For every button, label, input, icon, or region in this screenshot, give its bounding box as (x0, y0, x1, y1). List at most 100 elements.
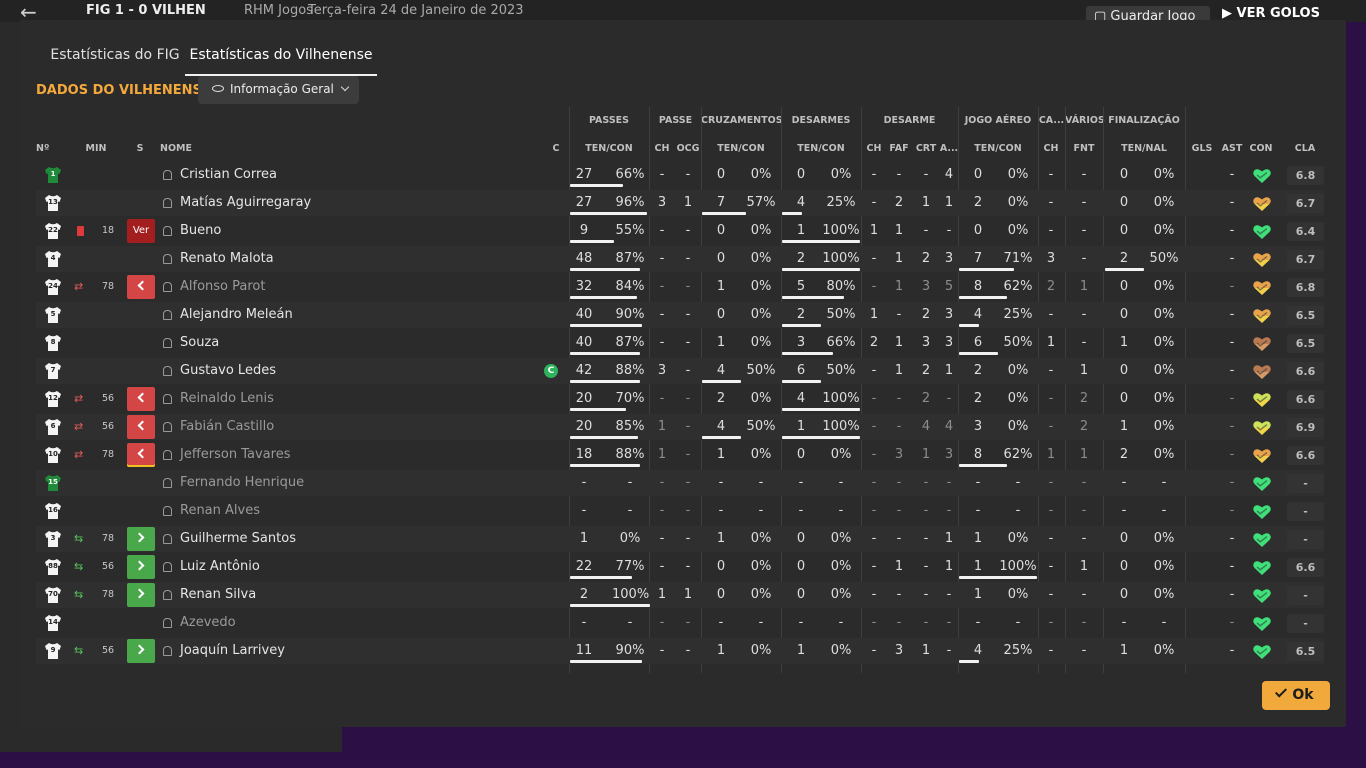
col-ca-ch[interactable]: CH (1039, 143, 1063, 155)
sub-out-badge[interactable] (127, 443, 155, 467)
view-goals-button[interactable]: ▶ VER GOLOS (1222, 6, 1320, 21)
col-numero[interactable]: Nº (36, 143, 56, 155)
sub-in-badge[interactable] (127, 555, 155, 579)
player-name[interactable]: Joaquín Larrivey (180, 637, 285, 665)
table-row[interactable]: 13 Matías Aguirregaray 27 96% 3 1 7 57% 4 25% -2 1 1… (20, 189, 1346, 217)
col-cruzamentos[interactable]: TEN/CON (701, 143, 781, 155)
table-row[interactable]: 16 Renan Alves - - - - - - - - - - - - - - - - - - - - (20, 497, 1346, 525)
player-name[interactable]: Fernando Henrique (180, 469, 304, 497)
col-passes[interactable]: TEN/CON (569, 143, 649, 155)
player-name[interactable]: Cristian Correa (180, 161, 277, 189)
player-name[interactable]: Fabián Castillo (180, 413, 274, 441)
player-profile-icon[interactable] (163, 226, 172, 236)
col-desarme-ch[interactable]: CH (863, 143, 885, 155)
col-finalizacao[interactable]: TEN/NAL (1104, 143, 1184, 155)
sub-out-badge[interactable] (127, 275, 155, 299)
sub-out-badge[interactable] (127, 415, 155, 439)
player-profile-icon[interactable] (163, 338, 172, 348)
rating-badge: 6.5 (1287, 642, 1324, 661)
red-card-badge[interactable]: Ver (127, 219, 155, 243)
table-row[interactable]: 10 ⇄ 78 Jefferson Tavares 18 88% 1-1 0% 0 0% -3 1 3 8… (20, 441, 1346, 469)
shirt-icon: 12 (43, 389, 63, 409)
player-name[interactable]: Alejandro Meleán (180, 301, 293, 329)
table-row[interactable]: 7 Gustavo Ledes C 42 88% 3-4 50% 6 50% -1 2 1 2 0% -1 0… (20, 357, 1346, 385)
player-name[interactable]: Matías Aguirregaray (180, 189, 311, 217)
table-row[interactable]: 8 Souza 40 87% - -1 0% 3 66% 2 1 3 3 6 50% 1-1 0% -6.5 (20, 329, 1346, 357)
player-name[interactable]: Renan Alves (180, 497, 260, 525)
bar-aer (959, 268, 1014, 271)
col-capitao[interactable]: C (548, 143, 564, 155)
col-minutos[interactable]: MIN (82, 143, 110, 155)
sub-in-badge[interactable] (127, 583, 155, 607)
player-name[interactable]: Azevedo (180, 609, 236, 637)
player-profile-icon[interactable] (163, 450, 172, 460)
stat-varios-fnt: - (1081, 503, 1087, 518)
tab-fig-stats[interactable]: Estatísticas do FIG (44, 20, 186, 76)
player-name[interactable]: Luiz Antônio (180, 553, 260, 581)
col-condicao[interactable]: CON (1248, 143, 1274, 155)
stat-golos (1187, 385, 1217, 413)
col-classificacao[interactable]: CLA (1286, 143, 1324, 155)
table-row[interactable]: 5 Alejandro Meleán 40 90% - -0 0% 2 50% 1-2 3 4 25% -… (20, 301, 1346, 329)
player-name[interactable]: Gustavo Ledes (180, 357, 276, 385)
player-profile-icon[interactable] (163, 282, 172, 292)
player-profile-icon[interactable] (163, 562, 172, 572)
col-jogo-aereo[interactable]: TEN/CON (958, 143, 1038, 155)
col-golos[interactable]: GLS (1187, 143, 1217, 155)
stat-varios-fnt: 1 (1079, 363, 1089, 378)
player-profile-icon[interactable] (163, 590, 172, 600)
col-desarme-crt[interactable]: CRT (913, 143, 939, 155)
player-profile-icon[interactable] (163, 198, 172, 208)
player-profile-icon[interactable] (163, 646, 172, 656)
table-row[interactable]: 15 Fernando Henrique - - - - - - - - - - - - - - - - - - - - (20, 469, 1346, 497)
col-passe-ch[interactable]: CH (650, 143, 674, 155)
player-profile-icon[interactable] (163, 506, 172, 516)
table-row[interactable]: 24 ⇄ 78 Alfonso Parot 32 84% - -1 0% 5 80% -1 3 5 8 62%… (20, 273, 1346, 301)
player-profile-icon[interactable] (163, 254, 172, 264)
table-row[interactable]: 12 ⇄ 56 Reinaldo Lenis 20 70% - -2 0% 4 100% - -2-2 0… (20, 385, 1346, 413)
player-profile-icon[interactable] (163, 170, 172, 180)
table-row[interactable]: 14 Azevedo - - - - - - - - - - - - - - - - - - - - (20, 609, 1346, 637)
player-name[interactable]: Alfonso Parot (180, 273, 265, 301)
stat-assistencias: - (1229, 615, 1235, 630)
player-name[interactable]: Bueno (180, 217, 221, 245)
player-name[interactable]: Reinaldo Lenis (180, 385, 274, 413)
sub-in-badge[interactable] (127, 527, 155, 551)
sub-in-badge[interactable] (127, 639, 155, 663)
player-profile-icon[interactable] (163, 478, 172, 488)
table-row[interactable]: 1 Cristian Correa 27 66% - -0 0% 0 0% - - -4 0 0% - -0 0… (20, 161, 1346, 189)
col-passe-ocg[interactable]: OCG (675, 143, 701, 155)
table-row[interactable]: 6 ⇄ 56 Fabián Castillo 20 85% 1-4 50% 1 100% - -4 4 3… (20, 413, 1346, 441)
table-row[interactable]: 9 ⇆ 56 Joaquín Larrivey 11 90% - -1 0% 1 0% -3 1-4 25… (20, 637, 1346, 665)
player-name[interactable]: Jefferson Tavares (180, 441, 290, 469)
table-row[interactable]: 4 Renato Malota 48 87% - -0 0% 2 100% -1 2 3 7 71% 3-2… (20, 245, 1346, 273)
player-profile-icon[interactable] (163, 422, 172, 432)
ok-button[interactable]: Ok (1262, 681, 1330, 710)
player-profile-icon[interactable] (163, 618, 172, 628)
col-varios-fnt[interactable]: FNT (1066, 143, 1102, 155)
col-desarme-faf[interactable]: FAF (886, 143, 912, 155)
col-nome[interactable]: NOME (160, 143, 200, 155)
col-desarmes[interactable]: TEN/CON (781, 143, 861, 155)
player-profile-icon[interactable] (163, 534, 172, 544)
table-row[interactable]: 70 ⇆ 78 Renan Silva 2 100% 1 1 0 0% 0 0% - - - -1 0% - -0 0… (20, 581, 1346, 609)
stat-passe-ocg: - (685, 335, 691, 350)
view-selector-dropdown[interactable]: Informação Geral (198, 76, 359, 104)
player-name[interactable]: Guilherme Santos (180, 525, 296, 553)
player-name[interactable]: Renato Malota (180, 245, 274, 273)
player-name[interactable]: Souza (180, 329, 219, 357)
stat-varios-fnt: - (1081, 335, 1087, 350)
table-row[interactable]: 22 18 Ver Bueno 9 55% - -0 0% 1 100% 1 1- -0 0% - -0 0% -6… (20, 217, 1346, 245)
col-substituicao[interactable]: S (130, 143, 150, 155)
col-assistencias[interactable]: AST (1218, 143, 1246, 155)
player-name[interactable]: Renan Silva (180, 581, 256, 609)
tab-vilhenense-stats[interactable]: Estatísticas do Vilhenense (185, 20, 377, 76)
table-row[interactable]: 3 ⇆ 78 Guilherme Santos 1 0% - -1 0% 0 0% - - -1 1 0% - -… (20, 525, 1346, 553)
table-row[interactable]: 88 ⇆ 56 Luiz Antônio 22 77% - -0 0% 0 0% -1-1 1 100% -… (20, 553, 1346, 581)
player-profile-icon[interactable] (163, 310, 172, 320)
shirt-icon: 88 (43, 557, 63, 577)
sub-out-badge[interactable] (127, 387, 155, 411)
player-profile-icon[interactable] (163, 366, 172, 376)
player-profile-icon[interactable] (163, 394, 172, 404)
col-desarme-a[interactable]: A... (939, 143, 959, 155)
